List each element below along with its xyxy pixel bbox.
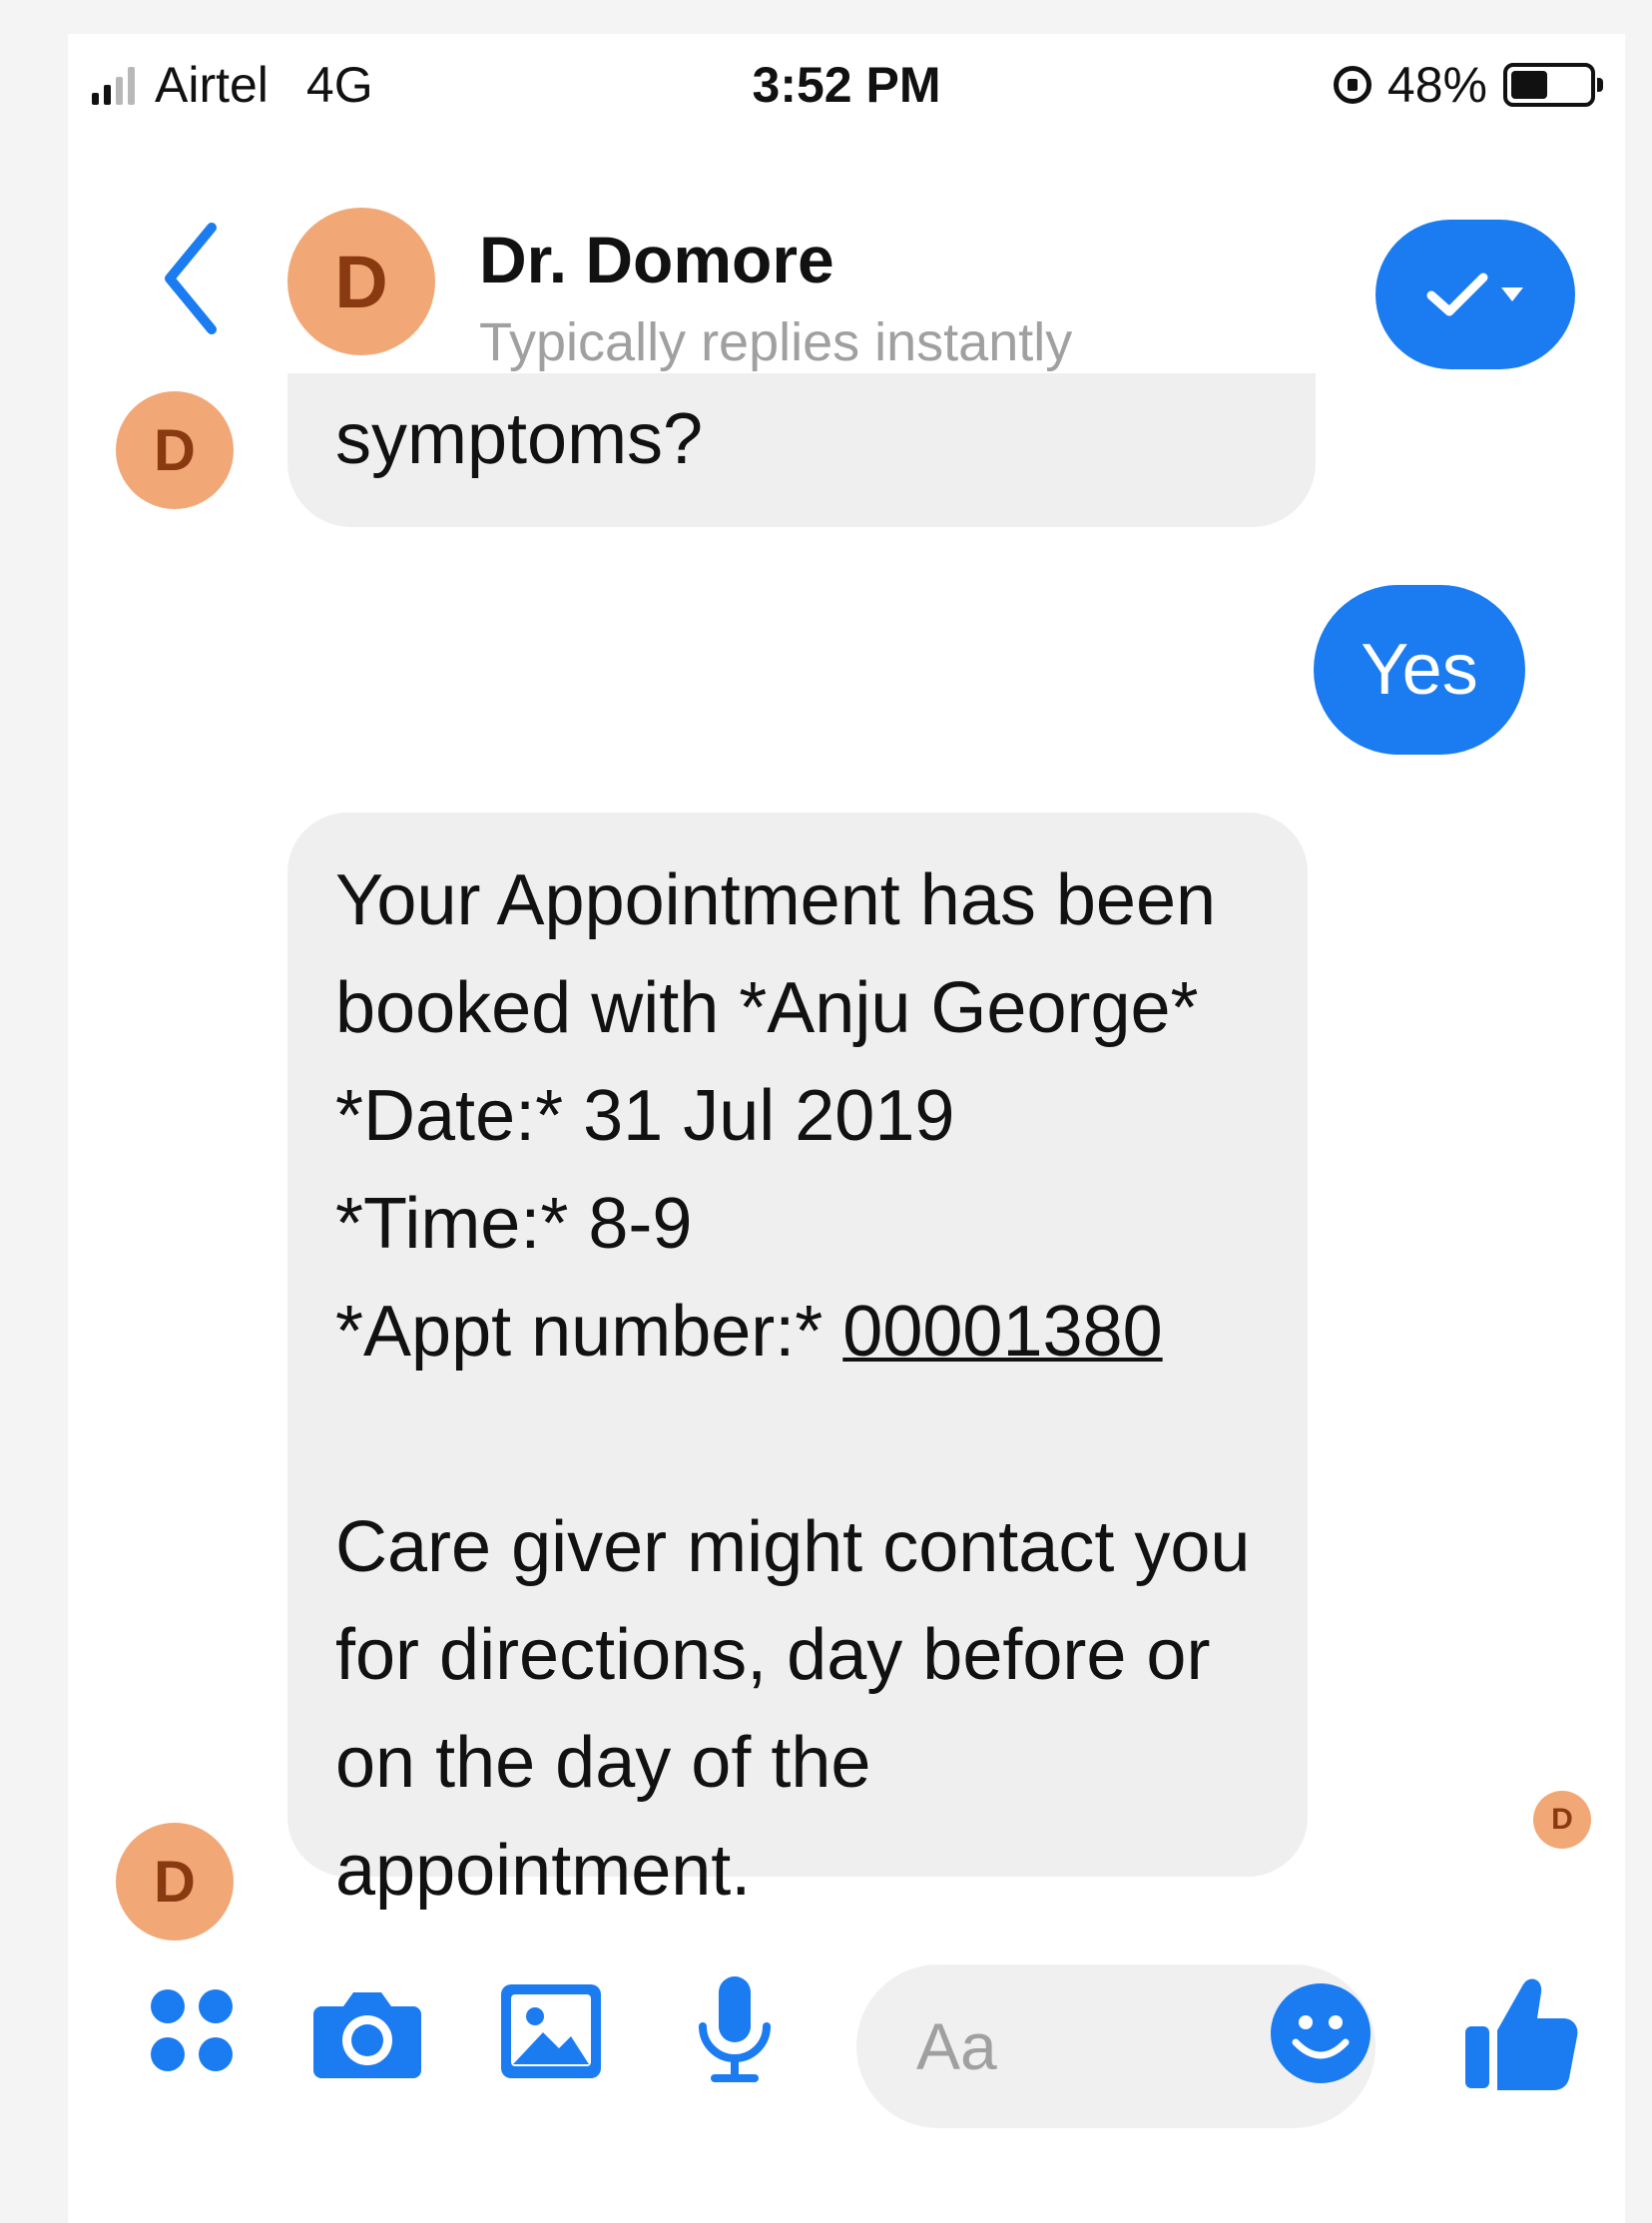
status-bar: Airtel 4G 3:52 PM 48% <box>68 34 1625 144</box>
back-chevron-icon[interactable] <box>148 214 238 343</box>
message-line: appointment. <box>335 1831 752 1911</box>
caret-down-icon <box>1501 287 1523 301</box>
appt-number-link[interactable]: 00001380 <box>842 1292 1162 1372</box>
battery-percent: 48% <box>1386 57 1487 113</box>
microphone-icon[interactable] <box>675 1970 795 2090</box>
message-input-placeholder: Aa <box>916 2009 997 2083</box>
contact-name[interactable]: Dr. Domore <box>479 222 834 297</box>
composer-bar: Aa <box>68 1931 1625 2130</box>
message-line: for directions, day before or <box>335 1615 1211 1695</box>
received-message[interactable]: symptoms? <box>287 373 1316 527</box>
message-spacer <box>335 1386 1260 1493</box>
messenger-screen: Airtel 4G 3:52 PM 48% D Dr. Domore Typic… <box>68 34 1625 2223</box>
emoji-icon[interactable] <box>1266 1978 1376 2088</box>
checkmark-icon <box>1426 273 1488 316</box>
contact-status: Typically replies instantly <box>479 312 1073 372</box>
sent-message[interactable]: Yes <box>1314 585 1525 755</box>
message-line: Care giver might contact you <box>335 1507 1251 1587</box>
read-receipt-avatar: D <box>1533 1791 1591 1849</box>
status-right: 48% <box>1333 56 1603 114</box>
message-line: *Date:* 31 Jul 2019 <box>335 1076 955 1156</box>
battery-icon <box>1503 63 1603 107</box>
message-line: on the day of the <box>335 1723 871 1803</box>
message-line: Your Appointment has been <box>335 860 1217 940</box>
sender-avatar: D <box>116 1823 234 1941</box>
manage-button[interactable] <box>1376 220 1575 369</box>
sender-avatar: D <box>116 391 234 509</box>
message-line: booked with *Anju George* <box>335 968 1199 1048</box>
conversation-header: D Dr. Domore Typically replies instantly <box>68 144 1625 393</box>
appt-number-line: *Appt number:* 00001380 <box>335 1278 1260 1386</box>
gallery-icon[interactable] <box>491 1970 611 2090</box>
more-apps-icon[interactable] <box>132 1970 252 2090</box>
contact-avatar[interactable]: D <box>287 208 435 355</box>
appt-number-label: *Appt number:* <box>335 1292 843 1372</box>
orientation-lock-icon <box>1333 66 1372 104</box>
camera-icon[interactable] <box>307 1970 427 2090</box>
thumbs-up-icon[interactable] <box>1455 1966 1585 2096</box>
message-line: *Time:* 8-9 <box>335 1184 693 1264</box>
appointment-message[interactable]: Your Appointment has been booked with *A… <box>287 813 1308 1911</box>
